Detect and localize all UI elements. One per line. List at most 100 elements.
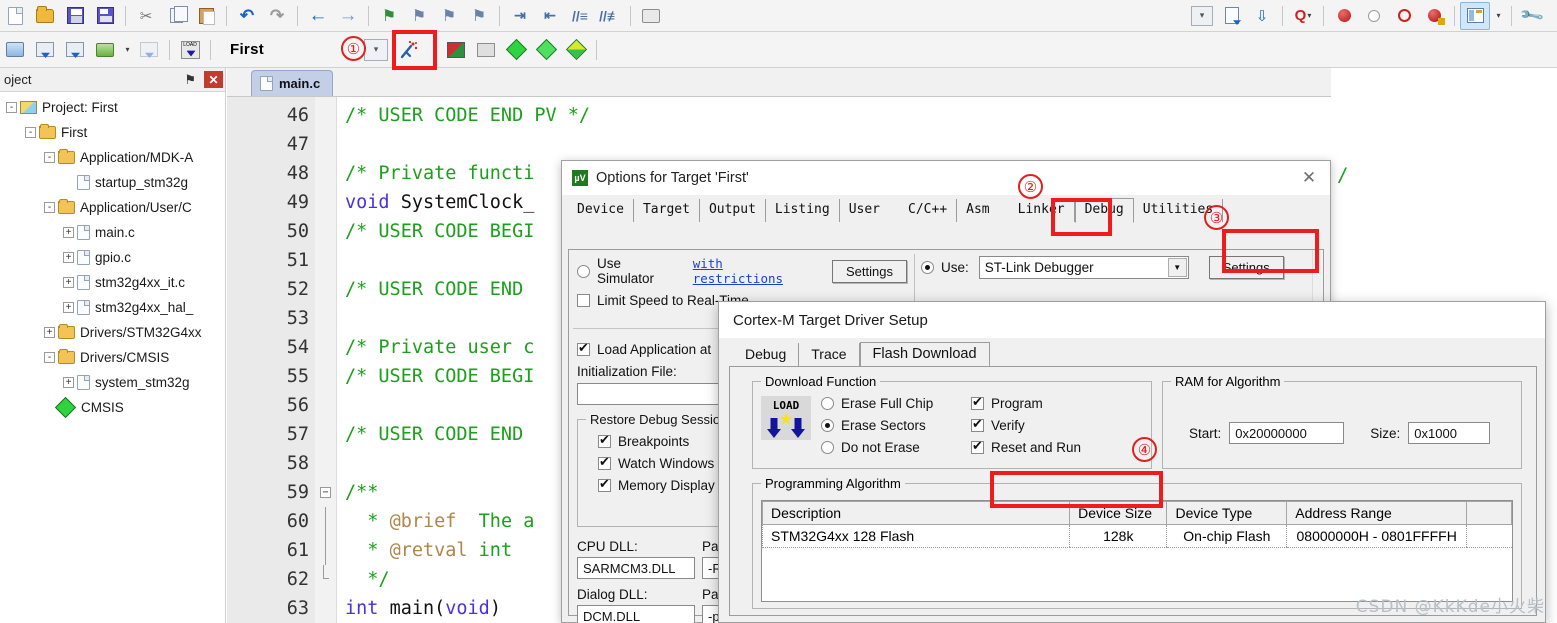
debugger-select[interactable]: ST-Link Debugger ▼: [978, 256, 1189, 279]
tree-item[interactable]: - Project: First: [0, 95, 225, 120]
collapse-icon[interactable]: -: [6, 102, 17, 113]
manage-windows-dropdown-icon[interactable]: ▾: [1490, 2, 1506, 30]
expand-icon[interactable]: +: [63, 302, 74, 313]
options-tab-debug[interactable]: Debug: [1074, 198, 1134, 223]
redo-icon[interactable]: ↷: [262, 2, 292, 30]
expand-icon[interactable]: +: [63, 377, 74, 388]
column-header[interactable]: Address Range: [1286, 501, 1468, 525]
collapse-icon[interactable]: -: [25, 127, 36, 138]
cut-icon[interactable]: ✂: [131, 2, 161, 30]
download-erase-option[interactable]: Do not Erase: [821, 440, 971, 455]
rebuild-icon[interactable]: [60, 36, 90, 64]
options-tab-asm[interactable]: Asm: [957, 199, 999, 222]
options-tab-target[interactable]: Target: [633, 199, 700, 222]
navigate-forward-icon[interactable]: →: [333, 2, 363, 30]
ram-size-input[interactable]: 0x1000: [1408, 422, 1491, 444]
with-restrictions-link[interactable]: with restrictions: [693, 256, 810, 286]
download-option[interactable]: Program: [971, 394, 1121, 411]
manage-packs-icon[interactable]: [561, 36, 591, 64]
collapse-icon[interactable]: -: [44, 352, 55, 363]
navigate-back-icon[interactable]: ←: [303, 2, 333, 30]
dialog-dll-input[interactable]: DCM.DLL: [577, 605, 695, 623]
expand-icon[interactable]: +: [63, 227, 74, 238]
breakpoint-disable-icon[interactable]: [1359, 2, 1389, 30]
find-in-files-icon[interactable]: [636, 2, 666, 30]
collapse-icon[interactable]: -: [44, 152, 55, 163]
tree-item[interactable]: + Drivers/STM32G4xx: [0, 320, 225, 345]
tree-item[interactable]: + system_stm32g: [0, 370, 225, 395]
use-debugger-row[interactable]: Use: ST-Link Debugger ▼ Settings: [921, 256, 1317, 279]
stop-build-icon[interactable]: [134, 36, 164, 64]
translate-icon[interactable]: [0, 36, 30, 64]
manage-windows-icon[interactable]: [1460, 1, 1490, 30]
breakpoint-insert-icon[interactable]: [1329, 2, 1359, 30]
download-icon[interactable]: LOAD: [175, 36, 205, 64]
checkbox[interactable]: [971, 394, 984, 410]
ram-start-input[interactable]: 0x20000000: [1229, 422, 1345, 444]
breakpoint-disable-all-icon[interactable]: [1389, 2, 1419, 30]
save-icon[interactable]: [60, 2, 90, 30]
cortex-tab-debug[interactable]: Debug: [733, 343, 800, 366]
configure-tools-icon[interactable]: 🔧: [1517, 2, 1547, 30]
chevron-down-icon[interactable]: ▼: [1167, 258, 1187, 277]
next-bookmark-icon[interactable]: ⚑: [434, 2, 464, 30]
expand-icon[interactable]: +: [63, 252, 74, 263]
pack-installer-icon[interactable]: [501, 36, 531, 64]
checkbox[interactable]: [598, 454, 611, 470]
select-software-packs-icon[interactable]: [531, 36, 561, 64]
tree-item[interactable]: - First: [0, 120, 225, 145]
options-tab-c-c-[interactable]: C/C++: [899, 199, 958, 222]
options-tab-linker[interactable]: Linker: [1008, 199, 1075, 222]
code-folding-column[interactable]: −−: [315, 97, 337, 623]
uncomment-icon[interactable]: //≢: [595, 2, 625, 30]
new-file-icon[interactable]: [0, 2, 30, 30]
prev-bookmark-icon[interactable]: ⚑: [404, 2, 434, 30]
use-simulator-row[interactable]: Use Simulator with restrictions Settings: [577, 256, 907, 286]
batch-build-icon[interactable]: [90, 36, 120, 64]
clear-bookmarks-icon[interactable]: ⚑: [464, 2, 494, 30]
pin-icon[interactable]: ⚑: [184, 72, 196, 88]
limit-speed-checkbox[interactable]: [577, 294, 590, 307]
download-to-flash-icon[interactable]: ⇩: [1247, 2, 1277, 30]
column-header[interactable]: Device Size: [1069, 501, 1168, 525]
radio[interactable]: [821, 441, 834, 454]
indent-icon[interactable]: ⇥: [505, 2, 535, 30]
comment-icon[interactable]: //≡: [565, 2, 595, 30]
download-erase-option[interactable]: Erase Full Chip: [821, 396, 971, 411]
outdent-icon[interactable]: ⇤: [535, 2, 565, 30]
programming-algorithm-list[interactable]: Description Device Size Device Type Address…: [761, 500, 1513, 602]
tree-item[interactable]: - Drivers/CMSIS: [0, 345, 225, 370]
cortex-tab-flash-download[interactable]: Flash Download: [859, 342, 990, 367]
radio[interactable]: [821, 419, 834, 432]
cpu-dll-input[interactable]: SARMCM3.DLL: [577, 557, 695, 579]
undo-icon[interactable]: ↶: [232, 2, 262, 30]
column-header[interactable]: Device Type: [1166, 501, 1288, 525]
target-selector-dropdown[interactable]: ▾: [364, 38, 389, 61]
column-header[interactable]: Description: [762, 501, 1071, 525]
download-option[interactable]: Verify: [971, 416, 1121, 433]
options-tab-device[interactable]: Device: [568, 199, 634, 222]
options-tab-listing[interactable]: Listing: [765, 199, 840, 222]
tree-item[interactable]: + stm32g4xx_it.c: [0, 270, 225, 295]
table-row[interactable]: STM32G4xx 128 Flash 128k On-chip Flash 0800…: [762, 524, 1512, 548]
debugger-settings-button[interactable]: Settings: [1208, 256, 1284, 279]
options-dialog-titlebar[interactable]: µV Options for Target 'First' ✕: [562, 161, 1330, 195]
tree-item[interactable]: + gpio.c: [0, 245, 225, 270]
fold-marker[interactable]: −: [315, 478, 336, 507]
insert-bookmark-icon[interactable]: ⚑: [374, 2, 404, 30]
expand-icon[interactable]: +: [44, 327, 55, 338]
collapse-icon[interactable]: -: [44, 202, 55, 213]
tree-item[interactable]: CMSIS: [0, 395, 225, 420]
open-file-icon[interactable]: [30, 2, 60, 30]
tree-item[interactable]: + main.c: [0, 220, 225, 245]
tree-item[interactable]: - Application/User/C: [0, 195, 225, 220]
save-all-icon[interactable]: [90, 2, 120, 30]
configure-target-icon[interactable]: [1217, 2, 1247, 30]
tab-main-c[interactable]: main.c: [251, 70, 334, 96]
checkbox[interactable]: [971, 416, 984, 432]
manage-components-icon[interactable]: [441, 36, 471, 64]
dropdown-combo-icon[interactable]: ▾: [1187, 2, 1217, 30]
paste-icon[interactable]: [191, 2, 221, 30]
batch-build-dropdown-icon[interactable]: ▾: [120, 36, 134, 64]
multi-project-icon[interactable]: [471, 36, 501, 64]
